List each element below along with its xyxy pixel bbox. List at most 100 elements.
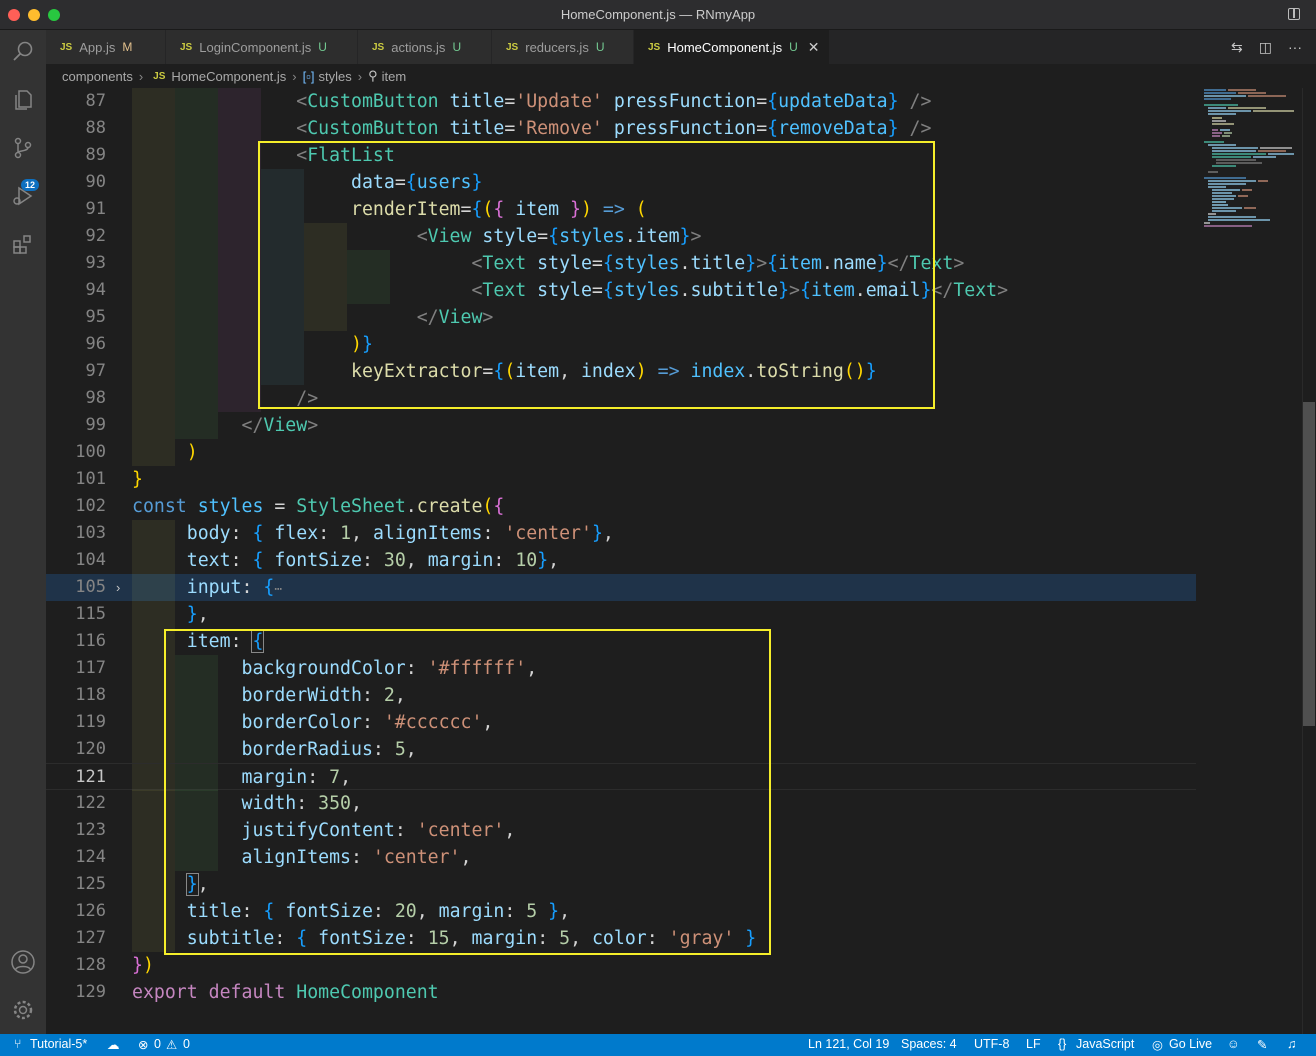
bell-icon[interactable]: ♫ [1287, 1037, 1296, 1051]
account-icon[interactable] [9, 948, 37, 976]
title-bar: HomeComponent.js — RNmyApp [0, 0, 1316, 30]
breadcrumb-symbol-item[interactable]: item [382, 69, 407, 84]
sync-icon[interactable]: ☁ [107, 1037, 120, 1052]
extensions-icon[interactable] [9, 230, 37, 258]
line-number: 122 [75, 793, 106, 813]
line-number: 118 [75, 685, 106, 705]
close-tab-icon[interactable]: ✕ [808, 39, 820, 56]
code-line: 100 ) [46, 439, 1196, 466]
code-line: 125 }, [46, 871, 1196, 898]
line-number: 97 [85, 361, 106, 381]
tab-reducers-js[interactable]: JS reducers.js U [492, 30, 634, 64]
line-number: 100 [75, 442, 106, 462]
code-line: 97 keyExtractor={(item, index) => index.… [46, 358, 1196, 385]
line-number: 116 [75, 631, 106, 651]
line-number: 98 [85, 388, 106, 408]
code-line: 102 const styles = StyleSheet.create({ [46, 493, 1196, 520]
line-number: 129 [75, 982, 106, 1002]
code-line: 96 )} [46, 331, 1196, 358]
code-line: 101 } [46, 466, 1196, 493]
minimap[interactable] [1196, 88, 1302, 1034]
go-live-button[interactable]: Go Live [1169, 1037, 1212, 1051]
error-count[interactable]: 0 [154, 1037, 161, 1051]
code-line: 98 /> [46, 385, 1196, 412]
line-number: 128 [75, 955, 106, 975]
editor-actions: ⇆ ◫ ··· [1231, 39, 1302, 56]
code-line: 116 item: { [46, 628, 1196, 655]
tab-status: U [789, 40, 798, 54]
line-number: 96 [85, 334, 106, 354]
scrollbar-thumb[interactable] [1303, 402, 1315, 726]
cursor-position[interactable]: Ln 121, Col 19 [808, 1037, 889, 1051]
split-editor-icon[interactable]: ◫ [1259, 39, 1272, 56]
tab-label: HomeComponent.js [667, 39, 783, 55]
branch-icon: ⑂ [14, 1037, 22, 1051]
code-line: 87 <CustomButton title='Update' pressFun… [46, 88, 1196, 115]
tab-app-js[interactable]: JS App.js M [46, 30, 166, 64]
line-ending[interactable]: LF [1026, 1037, 1041, 1051]
tab-label: App.js [79, 39, 116, 55]
search-icon[interactable] [9, 38, 37, 66]
line-number: 117 [75, 658, 106, 678]
tab-home-component[interactable]: JS HomeComponent.js U ✕ [634, 30, 830, 64]
code-line: 89 <FlatList [46, 142, 1196, 169]
line-number: 88 [85, 118, 106, 138]
git-branch[interactable]: Tutorial-5* [30, 1037, 87, 1051]
compare-changes-icon[interactable]: ⇆ [1231, 39, 1243, 56]
line-number: 101 [75, 469, 106, 489]
encoding[interactable]: UTF-8 [974, 1037, 1009, 1051]
code-line: 115 }, [46, 601, 1196, 628]
line-number: 126 [75, 901, 106, 921]
line-number: 92 [85, 226, 106, 246]
tab-actions-js[interactable]: JS actions.js U [358, 30, 492, 64]
folded-ellipsis[interactable]: ⋯ [274, 582, 282, 597]
tab-status: U [318, 40, 327, 54]
code-line: 95 </View> [46, 304, 1196, 331]
feedback-icon[interactable]: ✎ [1257, 1037, 1267, 1052]
breadcrumb-folder[interactable]: components [62, 69, 133, 84]
code-line: 128 }) [46, 952, 1196, 979]
breadcrumb: components › JS HomeComponent.js › [▫] s… [46, 64, 1316, 88]
breadcrumb-file[interactable]: HomeComponent.js [171, 69, 286, 84]
code-editor[interactable]: 87 <CustomButton title='Update' pressFun… [46, 88, 1196, 1034]
code-line: 88 <CustomButton title='Remove' pressFun… [46, 115, 1196, 142]
tab-status: M [122, 40, 133, 54]
warning-count[interactable]: 0 [183, 1037, 190, 1051]
code-line: 104 text: { fontSize: 30, margin: 10}, [46, 547, 1196, 574]
code-line: 124 alignItems: 'center', [46, 844, 1196, 871]
line-number: 99 [85, 415, 106, 435]
js-file-icon: JS [506, 41, 519, 53]
status-bar: ⑂ Tutorial-5* ☁ ⊗ 0 ⚠ 0 Ln 121, Col 19 S… [0, 1034, 1316, 1056]
warning-icon: ⚠ [166, 1038, 178, 1052]
breadcrumb-symbol-styles[interactable]: styles [318, 69, 351, 84]
broadcast-icon: ◎ [1152, 1038, 1163, 1052]
line-number: 115 [75, 604, 106, 624]
code-line: 118 borderWidth: 2, [46, 682, 1196, 709]
line-number: 104 [75, 550, 106, 570]
error-icon: ⊗ [138, 1038, 149, 1052]
line-number: 121 [75, 767, 106, 787]
code-line: 117 backgroundColor: '#ffffff', [46, 655, 1196, 682]
source-control-icon[interactable] [9, 134, 37, 162]
run-debug-icon[interactable] [9, 182, 37, 210]
more-actions-icon[interactable]: ··· [1288, 39, 1302, 56]
layout-icon[interactable] [1288, 8, 1300, 20]
chevron-right-icon[interactable]: › [116, 574, 120, 601]
language-mode[interactable]: JavaScript [1076, 1037, 1134, 1051]
tab-label: actions.js [391, 39, 446, 55]
line-number: 89 [85, 145, 106, 165]
code-line: 122 width: 350, [46, 790, 1196, 817]
line-number: 93 [85, 253, 106, 273]
chevron-right-icon: › [357, 68, 363, 84]
tab-status: U [452, 40, 462, 54]
code-line: 91 renderItem={({ item }) => ( [46, 196, 1196, 223]
explorer-icon[interactable] [9, 86, 37, 114]
line-number: 90 [85, 172, 106, 192]
settings-gear-icon[interactable] [9, 996, 37, 1024]
line-number: 125 [75, 874, 106, 894]
copilot-icon[interactable]: ☺ [1227, 1037, 1240, 1051]
tab-login-component[interactable]: JS LoginComponent.js U [166, 30, 358, 64]
braces-icon: {} [1058, 1037, 1067, 1051]
indentation[interactable]: Spaces: 4 [901, 1037, 957, 1051]
line-number: 91 [85, 199, 106, 219]
